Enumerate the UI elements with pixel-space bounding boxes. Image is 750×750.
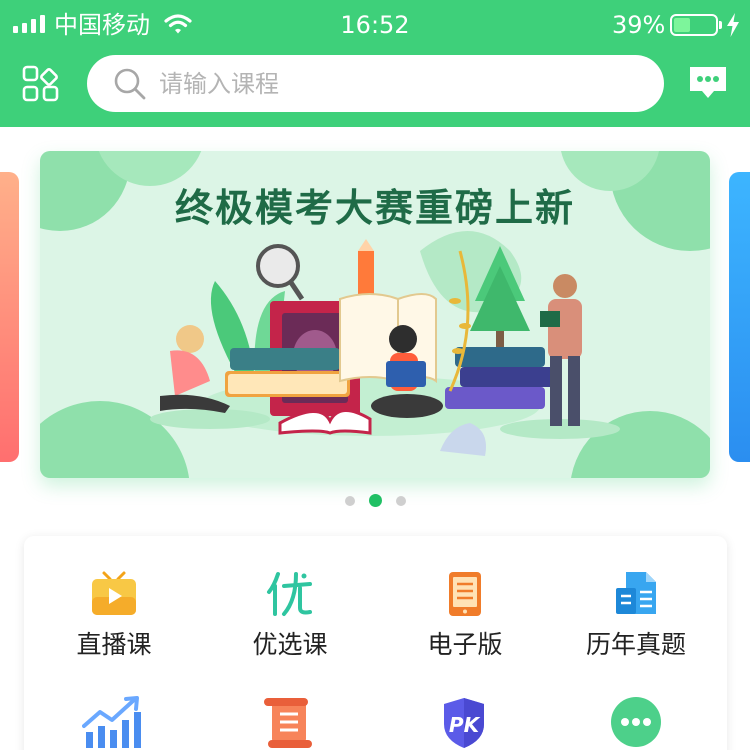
battery-percent: 39% xyxy=(612,11,666,39)
carousel-dot[interactable] xyxy=(396,495,406,506)
banner-title: 终极模考大赛重磅上新 xyxy=(174,186,575,230)
more-icon xyxy=(611,697,661,747)
search-bar[interactable] xyxy=(87,55,664,112)
menu-label: 电子版 xyxy=(427,630,503,659)
ebook-icon xyxy=(449,572,481,616)
search-icon xyxy=(114,68,146,100)
status-bar: 中国移动 16:52 39% xyxy=(0,0,750,50)
scroll-icon xyxy=(264,698,312,748)
document-icon xyxy=(616,572,656,614)
menu-item-notes[interactable] xyxy=(202,696,378,750)
bar-chart-icon xyxy=(82,696,141,748)
menu-item-past-exams[interactable]: 历年真题 xyxy=(548,570,724,710)
quick-menu: 直播课 优选课 电子版 历年真题 PK xyxy=(24,536,727,750)
charging-bolt-icon xyxy=(727,13,739,37)
carousel-dot-active[interactable] xyxy=(369,494,382,507)
pk-shield-icon: PK xyxy=(444,698,484,748)
menu-item-live-course[interactable]: 直播课 xyxy=(26,570,202,710)
carousel-dot[interactable] xyxy=(345,495,355,506)
menu-item-ebook[interactable]: 电子版 xyxy=(377,570,553,710)
menu-item-featured-course[interactable]: 优选课 xyxy=(202,570,378,710)
menu-label: 历年真题 xyxy=(585,630,686,659)
menu-item-pk[interactable]: PK xyxy=(377,696,553,750)
tv-play-icon xyxy=(92,571,136,615)
menu-item-statistics[interactable] xyxy=(26,696,202,750)
menu-label: 直播课 xyxy=(76,630,152,659)
app-header: 中国移动 16:52 39% xyxy=(0,0,750,127)
carousel-indicator xyxy=(345,494,406,507)
svg-text:PK: PK xyxy=(449,713,481,737)
you-character-icon xyxy=(267,572,312,616)
battery-icon xyxy=(670,14,722,36)
menu-label: 优选课 xyxy=(252,630,328,659)
menu-item-more[interactable] xyxy=(548,696,724,750)
search-input[interactable] xyxy=(159,55,639,112)
chat-bubble-icon[interactable] xyxy=(688,65,728,101)
grid-menu-icon[interactable] xyxy=(22,65,60,103)
